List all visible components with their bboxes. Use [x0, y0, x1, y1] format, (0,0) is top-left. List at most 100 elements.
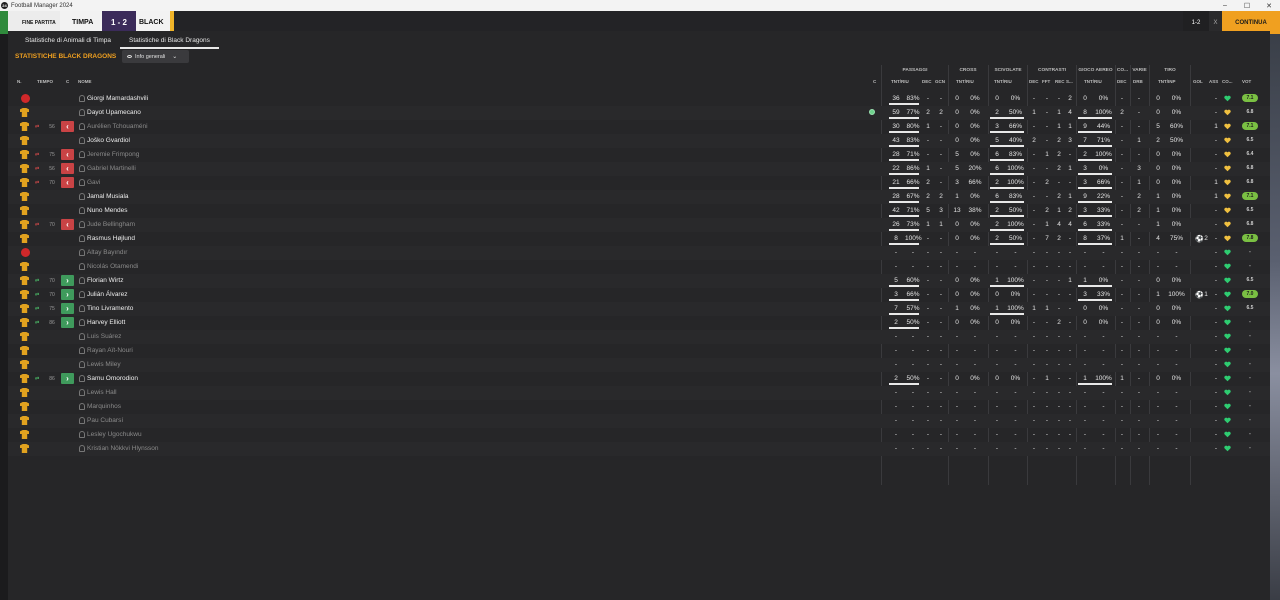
col-aereo-tnt[interactable]: TNT/RIU	[1084, 79, 1102, 84]
player-name[interactable]: Lewis Miley	[87, 361, 121, 368]
table-row[interactable]: ⇄ 70 ‹ Jude Bellingham 26 73% 1 1 0 0% 2 100% -1 4 4 6 3…	[8, 218, 1270, 232]
player-name[interactable]: Jeremie Frimpong	[87, 151, 139, 158]
player-name[interactable]: Lesley Ugochukwu	[87, 431, 142, 438]
player-profile-icon[interactable]	[79, 193, 85, 200]
player-profile-icon[interactable]	[79, 305, 85, 312]
table-row[interactable]: Nicolás Otamendi - - - - - - - - - - - - - - - - - - - -	[8, 260, 1270, 274]
player-name[interactable]: Nuno Mendes	[87, 207, 127, 214]
player-name[interactable]: Giorgi Mamardashvili	[87, 95, 148, 102]
player-profile-icon[interactable]	[79, 235, 85, 242]
player-profile-icon[interactable]	[79, 151, 85, 158]
player-profile-icon[interactable]	[79, 347, 85, 354]
player-profile-icon[interactable]	[79, 291, 85, 298]
col-co-dec[interactable]: DEC	[1117, 79, 1127, 84]
player-profile-icon[interactable]	[79, 249, 85, 256]
col-n[interactable]: N.	[17, 79, 22, 84]
table-row[interactable]: ⇄ 56 ‹ Gabriel Martinelli 22 86% 1-5 20% 6 100% - -…	[8, 162, 1270, 176]
player-name[interactable]: Harvey Elliott	[87, 319, 125, 326]
col-pass-dec[interactable]: DEC	[922, 79, 932, 84]
table-row[interactable]: Altay Bayındır - - - - - - - - - - - - - - - - - - - -	[8, 246, 1270, 260]
table-row[interactable]: Rayan Aït-Nouri - - - - - - - - - - - - - - - - - - - -	[8, 344, 1270, 358]
player-profile-icon[interactable]	[79, 277, 85, 284]
view-select[interactable]: Info generali ⌄	[122, 50, 189, 63]
player-name[interactable]: Lewis Hall	[87, 389, 117, 396]
player-profile-icon[interactable]	[79, 445, 85, 452]
table-row[interactable]: Giorgi Mamardashvili 36 83% - -0 0% 0 0% - - -2 0 0%…	[8, 92, 1270, 106]
table-row[interactable]: ⇄ 70 › Florian Wirtz 5 60% - -0 0% 1 100% - - -1 1 0% - -…	[8, 274, 1270, 288]
col-cross-tnt[interactable]: TNT/RIU	[956, 79, 974, 84]
player-name[interactable]: Gavi	[87, 179, 100, 186]
tab-away-stats[interactable]: Statistiche di Black Dragons	[119, 31, 219, 49]
tab-home-stats[interactable]: Statistiche di Animali di Timpa	[16, 31, 120, 49]
player-profile-icon[interactable]	[79, 389, 85, 396]
table-row[interactable]: Nuno Mendes 42 71% 5 3 13 38% 2 50% -2 1 2 3 33% -2 1 0%…	[8, 204, 1270, 218]
table-row[interactable]: Jamal Musiala 28 67% 2 2 1 0% 6 83% - -2 1 9 22% -2 1 0%…	[8, 190, 1270, 204]
player-name[interactable]: Pau Cubarsí	[87, 417, 123, 424]
player-profile-icon[interactable]	[79, 109, 85, 116]
table-row[interactable]: Lewis Miley - - - - - - - - - - - - - - - - - - - -	[8, 358, 1270, 372]
col-tempo[interactable]: TEMPO	[37, 79, 53, 84]
table-row[interactable]: ⇄ 75 ‹ Jeremie Frimpong 28 71% - -5 0% 6 83% -1 2-2 1…	[8, 148, 1270, 162]
col-pass-tnt[interactable]: TNT/RIU	[891, 79, 909, 84]
player-name[interactable]: Tino Livramento	[87, 305, 133, 312]
player-profile-icon[interactable]	[79, 263, 85, 270]
player-name[interactable]: Marquinhos	[87, 403, 121, 410]
player-name[interactable]: Gabriel Martinelli	[87, 165, 136, 172]
player-profile-icon[interactable]	[79, 137, 85, 144]
table-row[interactable]: Joško Gvardiol 43 83% - -0 0% 5 40% 2-2 3 7 71% -1 2 5…	[8, 134, 1270, 148]
col-co[interactable]: CO...	[1222, 79, 1233, 84]
player-name[interactable]: Altay Bayındır	[87, 249, 127, 256]
col-con-dec[interactable]: DEC	[1029, 79, 1039, 84]
player-profile-icon[interactable]	[79, 333, 85, 340]
player-profile-icon[interactable]	[79, 165, 85, 172]
col-tiro-tnt[interactable]: TNT/INP	[1158, 79, 1176, 84]
player-profile-icon[interactable]	[79, 431, 85, 438]
col-vot[interactable]: VOT	[1242, 79, 1251, 84]
minimize-button[interactable]: –	[1214, 0, 1236, 11]
col-con-s[interactable]: S...	[1066, 79, 1073, 84]
player-name[interactable]: Jamal Musiala	[87, 193, 129, 200]
player-profile-icon[interactable]	[79, 221, 85, 228]
player-name[interactable]: Rayan Aït-Nouri	[87, 347, 133, 354]
table-row[interactable]: Lesley Ugochukwu - - - - - - - - - - - - - - - - - - - -	[8, 428, 1270, 442]
col-nome[interactable]: NOME	[78, 79, 92, 84]
table-row[interactable]: Pau Cubarsí - - - - - - - - - - - - - - - - - - - -	[8, 414, 1270, 428]
table-row[interactable]: ⇄ 70 › Julián Álvarez 3 66% - -0 0% 0 0% - - - -3 33% - -…	[8, 288, 1270, 302]
table-row[interactable]: Marquinhos - - - - - - - - - - - - - - - - - - - -	[8, 400, 1270, 414]
player-name[interactable]: Joško Gvardiol	[87, 137, 130, 144]
player-name[interactable]: Rasmus Højlund	[87, 235, 135, 242]
table-row[interactable]: ⇄ 70 ‹ Gavi 21 66% 2-3 66% 2 100% -2- -3 66% -1 0 0% 1 6.…	[8, 176, 1270, 190]
table-row[interactable]: Dayot Upamecano 59 77% 2 2 0 0% 2 50% 1-1 4 8 100% 2-…	[8, 106, 1270, 120]
table-row[interactable]: ⇄ 75 › Tino Livramento 7 57% - -1 0% 1 100% 1 1- -0 0%…	[8, 302, 1270, 316]
col-con-rec[interactable]: REC	[1055, 79, 1065, 84]
col-c[interactable]: C	[66, 79, 69, 84]
player-profile-icon[interactable]	[79, 417, 85, 424]
close-button[interactable]: ✕	[1258, 0, 1280, 11]
table-row[interactable]: ⇄ 86 › Samu Omorodion 2 50% - -0 0% 0 0% -1- -1 100% 1…	[8, 372, 1270, 386]
player-name[interactable]: Luis Suárez	[87, 333, 121, 340]
table-row[interactable]: Rasmus Højlund 8 100% - -0 0% 2 50% -7 2-8 37% 1-4 7…	[8, 232, 1270, 246]
player-name[interactable]: Nicolás Otamendi	[87, 263, 138, 270]
col-gol[interactable]: GOL	[1193, 79, 1203, 84]
player-profile-icon[interactable]	[79, 123, 85, 130]
table-row[interactable]: Kristian Nökkvi Hlynsson - - - - - - - - - - - - - - - -…	[8, 442, 1270, 456]
player-profile-icon[interactable]	[79, 207, 85, 214]
player-name[interactable]: Aurélien Tchouaméni	[87, 123, 148, 130]
col-ass[interactable]: ASS	[1209, 79, 1218, 84]
player-name[interactable]: Julián Álvarez	[87, 291, 127, 298]
col-varie-drb[interactable]: DRB	[1133, 79, 1143, 84]
col-c2[interactable]: C	[873, 79, 876, 84]
maximize-button[interactable]: ☐	[1236, 0, 1258, 11]
table-row[interactable]: ⇄ 86 › Harvey Elliott 2 50% - -0 0% 0 0% - -2-0 0% - -0…	[8, 316, 1270, 330]
col-sciv-tnt[interactable]: TNT/RIU	[994, 79, 1012, 84]
player-name[interactable]: Florian Wirtz	[87, 277, 123, 284]
player-name[interactable]: Samu Omorodion	[87, 375, 138, 382]
player-profile-icon[interactable]	[79, 179, 85, 186]
player-name[interactable]: Dayot Upamecano	[87, 109, 141, 116]
player-profile-icon[interactable]	[79, 319, 85, 326]
player-name[interactable]: Jude Bellingham	[87, 221, 135, 228]
player-name[interactable]: Kristian Nökkvi Hlynsson	[87, 445, 159, 452]
table-row[interactable]: Luis Suárez - - - - - - - - - - - - - - - - - - - -	[8, 330, 1270, 344]
player-profile-icon[interactable]	[79, 95, 85, 102]
player-profile-icon[interactable]	[79, 403, 85, 410]
